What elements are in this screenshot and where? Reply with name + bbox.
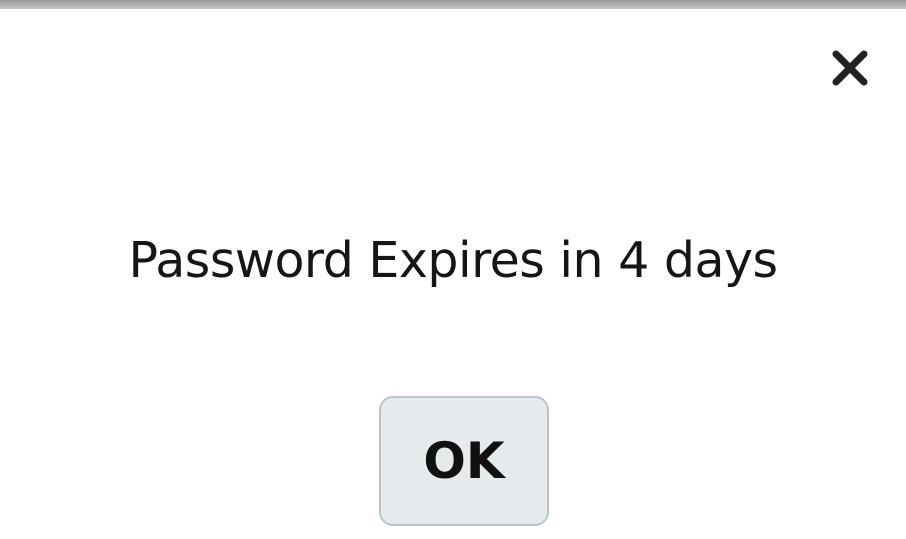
- ok-button[interactable]: OK: [379, 396, 549, 526]
- password-expiry-dialog: Password Expires in 4 days OK: [0, 0, 906, 539]
- dialog-top-border: [0, 0, 906, 9]
- close-icon: [832, 50, 868, 86]
- dialog-message: Password Expires in 4 days: [128, 232, 778, 289]
- close-button[interactable]: [818, 40, 882, 96]
